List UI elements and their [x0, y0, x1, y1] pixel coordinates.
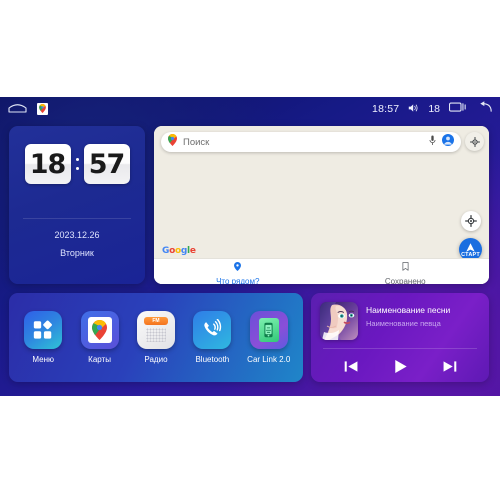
radio-speaker-grille [145, 328, 166, 342]
maps-icon-inner [87, 317, 112, 343]
nav-item-nearby-label: Что рядом? [216, 276, 260, 285]
volume-level: 18 [428, 102, 440, 115]
radio-fm-display: FM [143, 317, 168, 325]
google-maps-mini-icon[interactable] [37, 102, 48, 115]
app-bluetooth-label: Bluetooth [195, 355, 230, 364]
car-head-unit-home-screen: 18:57 18 18 57 2023.12.26 Вторник Поиск … [0, 97, 500, 396]
next-track-button[interactable] [441, 358, 458, 375]
play-icon [394, 359, 407, 373]
apps-grid-icon[interactable] [24, 311, 63, 349]
app-car-link[interactable]: Car Link 2.0 [242, 311, 296, 364]
home-icon[interactable] [8, 100, 27, 118]
google-attribution: Google [162, 246, 196, 256]
status-time: 18:57 [372, 102, 400, 115]
play-button[interactable] [391, 357, 410, 376]
nav-item-saved[interactable]: Сохранено [322, 258, 490, 285]
app-radio-label: Радио [144, 355, 168, 364]
clock-date: 2023.12.26 [54, 230, 100, 240]
map-search-bar[interactable]: Поиск [161, 132, 461, 152]
map-layers-button[interactable] [465, 132, 484, 151]
map-pin-icon [234, 258, 242, 276]
app-maps-label: Карты [88, 355, 111, 364]
clock-weekday: Вторник [60, 248, 94, 258]
recents-icon[interactable] [448, 100, 466, 118]
compass-button[interactable] [461, 211, 481, 231]
bluetooth-phone-icon[interactable] [193, 311, 232, 349]
account-avatar-icon[interactable] [442, 133, 454, 151]
google-maps-icon[interactable] [80, 311, 119, 349]
clock-divider [23, 218, 131, 219]
search-input[interactable]: Поиск [183, 137, 429, 148]
nav-item-nearby[interactable]: Что рядом? [154, 258, 322, 285]
flip-clock: 18 57 [9, 144, 145, 184]
music-player-widget: Наименование песни Наименование певца [311, 293, 489, 382]
album-art[interactable] [320, 302, 358, 340]
back-arrow-icon[interactable] [475, 100, 492, 118]
car-link-icon[interactable] [249, 311, 288, 349]
clock-colon [75, 158, 80, 170]
status-bar: 18:57 18 [0, 97, 500, 120]
nav-item-saved-label: Сохранено [384, 276, 426, 285]
clock-hours: 18 [24, 144, 71, 184]
radio-body: FM [142, 316, 170, 344]
track-artist: Наименование певца [366, 319, 441, 328]
app-car-link-label: Car Link 2.0 [247, 355, 291, 364]
skip-previous-icon [344, 360, 357, 372]
bookmark-icon [402, 258, 409, 276]
clock-minutes: 57 [83, 144, 130, 184]
car-link-icon-inner [258, 318, 279, 342]
previous-track-button[interactable] [343, 358, 360, 375]
app-bluetooth[interactable]: Bluetooth [185, 311, 239, 364]
map-bottom-nav: Что рядом? Сохранено [154, 258, 489, 284]
radio-icon[interactable]: FM [136, 311, 175, 349]
app-dock: Меню Карты FM Радио Bluetooth Car Link 2… [9, 293, 303, 382]
clock-widget[interactable]: 18 57 2023.12.26 Вторник [9, 126, 145, 284]
map-pin-icon [168, 133, 177, 151]
app-menu[interactable]: Меню [16, 311, 70, 364]
volume-icon[interactable] [408, 100, 419, 118]
app-radio[interactable]: FM Радио [129, 311, 183, 364]
microphone-icon[interactable] [429, 133, 436, 151]
music-controls [311, 353, 489, 379]
track-title: Наименование песни [366, 305, 451, 315]
music-divider [323, 348, 477, 349]
skip-next-icon [443, 360, 456, 372]
app-maps[interactable]: Карты [73, 311, 127, 364]
map-widget[interactable]: Поиск СТАРТ Google Что рядом? Сохранено [154, 126, 489, 284]
app-menu-label: Меню [32, 355, 54, 364]
